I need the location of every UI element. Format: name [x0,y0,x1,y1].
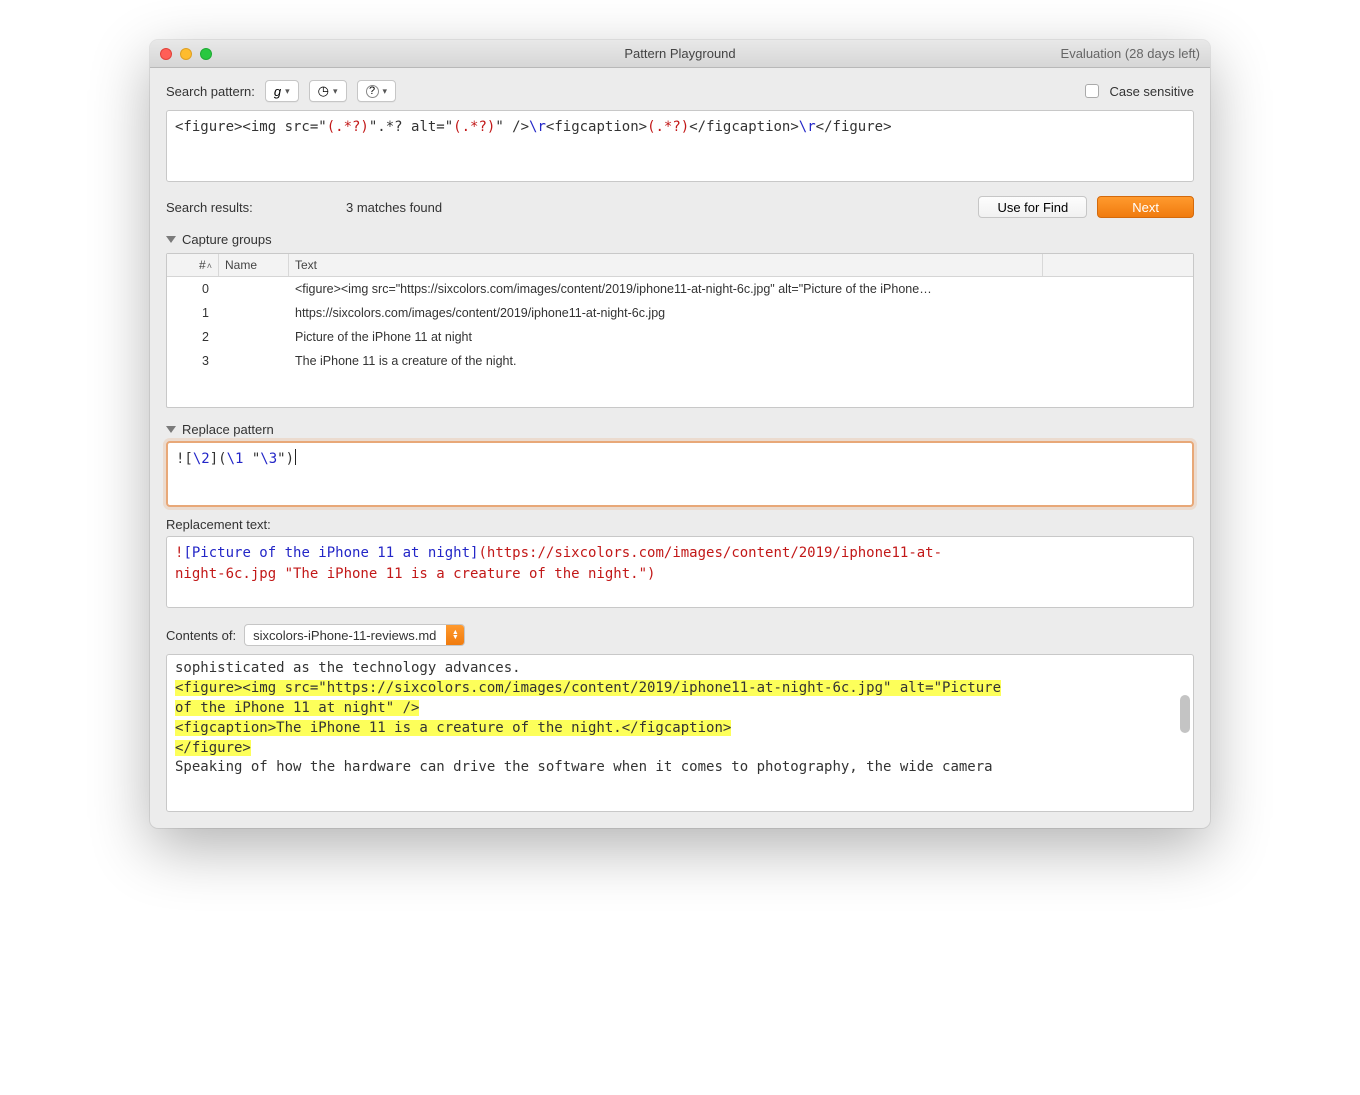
case-sensitive-checkbox[interactable] [1085,84,1099,98]
grep-mode-label: g [274,84,281,99]
select-arrows-icon: ▲▼ [446,625,464,645]
search-pattern-label: Search pattern: [166,84,255,99]
contents-of-label: Contents of: [166,628,236,643]
replace-pattern-input[interactable]: ![\2](\1 "\3") [166,441,1194,507]
table-body: 0 <figure><img src="https://sixcolors.co… [167,277,1193,407]
row-text: <figure><img src="https://sixcolors.com/… [289,277,1043,301]
col-num-header[interactable]: #˄ [167,254,219,276]
capture-groups-table: #˄ Name Text 0 <figure><img src="https:/… [166,253,1194,408]
grep-mode-button[interactable]: g ▾ [265,80,299,102]
help-button[interactable]: ? ▾ [357,80,397,102]
source-line: <figcaption>The iPhone 11 is a creature … [175,719,1185,739]
app-window: Pattern Playground Evaluation (28 days l… [150,40,1210,828]
traffic-lights [160,48,212,60]
row-text: https://sixcolors.com/images/content/201… [289,301,1043,325]
row-text: Picture of the iPhone 11 at night [289,325,1043,349]
titlebar: Pattern Playground Evaluation (28 days l… [150,40,1210,68]
row-name [219,277,289,301]
next-button[interactable]: Next [1097,196,1194,218]
contents-row: Contents of: sixcolors-iPhone-11-reviews… [166,624,1194,646]
history-button[interactable]: ◷ ▾ [309,80,347,102]
source-line: </figure> [175,739,1185,759]
table-header-row: #˄ Name Text [167,254,1193,277]
results-label: Search results: [166,200,346,215]
capture-groups-header[interactable]: Capture groups [166,232,1194,247]
row-name [219,325,289,349]
table-row[interactable]: 1 https://sixcolors.com/images/content/2… [167,301,1193,325]
replacement-text-output: ![Picture of the iPhone 11 at night](htt… [166,536,1194,608]
source-preview[interactable]: sophisticated as the technology advances… [166,654,1194,812]
content-area: Search pattern: g ▾ ◷ ▾ ? ▾ Case sensiti… [150,68,1210,828]
sort-up-icon: ˄ [207,261,212,271]
chevron-down-icon: ▾ [383,86,388,97]
row-number: 3 [167,349,219,373]
source-line: Speaking of how the hardware can drive t… [175,758,1185,778]
source-line: of the iPhone 11 at night" /> [175,699,1185,719]
replace-pattern-label: Replace pattern [182,422,274,437]
col-text-header[interactable]: Text [289,254,1043,276]
col-spacer-header [1043,254,1193,276]
row-number: 1 [167,301,219,325]
selected-file-name: sixcolors-iPhone-11-reviews.md [245,628,446,643]
contents-file-select[interactable]: sixcolors-iPhone-11-reviews.md ▲▼ [244,624,465,646]
replace-pattern-header[interactable]: Replace pattern [166,422,1194,437]
evaluation-label: Evaluation (28 days left) [1061,46,1200,61]
search-pattern-input[interactable]: <figure><img src="(.*?)".*? alt="(.*?)" … [166,110,1194,182]
table-row[interactable]: 3 The iPhone 11 is a creature of the nig… [167,349,1193,373]
scrollbar[interactable] [1177,657,1191,809]
capture-groups-label: Capture groups [182,232,272,247]
scrollbar-thumb[interactable] [1180,695,1190,733]
replacement-text-label: Replacement text: [166,517,1194,532]
text-cursor-icon [295,449,296,465]
table-row[interactable]: 0 <figure><img src="https://sixcolors.co… [167,277,1193,301]
zoom-icon[interactable] [200,48,212,60]
table-row[interactable]: 2 Picture of the iPhone 11 at night [167,325,1193,349]
clock-icon: ◷ [318,83,329,99]
help-icon: ? [366,85,379,98]
window-title: Pattern Playground [150,46,1210,61]
disclosure-triangle-icon [166,426,176,433]
row-number: 0 [167,277,219,301]
source-line: sophisticated as the technology advances… [175,659,1185,679]
case-sensitive-label: Case sensitive [1109,84,1194,99]
disclosure-triangle-icon [166,236,176,243]
col-name-header[interactable]: Name [219,254,289,276]
close-icon[interactable] [160,48,172,60]
use-for-find-button[interactable]: Use for Find [978,196,1087,218]
source-line: <figure><img src="https://sixcolors.com/… [175,679,1185,699]
row-name [219,301,289,325]
minimize-icon[interactable] [180,48,192,60]
row-text: The iPhone 11 is a creature of the night… [289,349,1043,373]
chevron-down-icon: ▾ [285,86,290,97]
results-row: Search results: 3 matches found Use for … [166,196,1194,218]
row-number: 2 [167,325,219,349]
chevron-down-icon: ▾ [333,86,338,97]
row-name [219,349,289,373]
search-pattern-row: Search pattern: g ▾ ◷ ▾ ? ▾ Case sensiti… [166,80,1194,102]
results-count: 3 matches found [346,200,442,215]
